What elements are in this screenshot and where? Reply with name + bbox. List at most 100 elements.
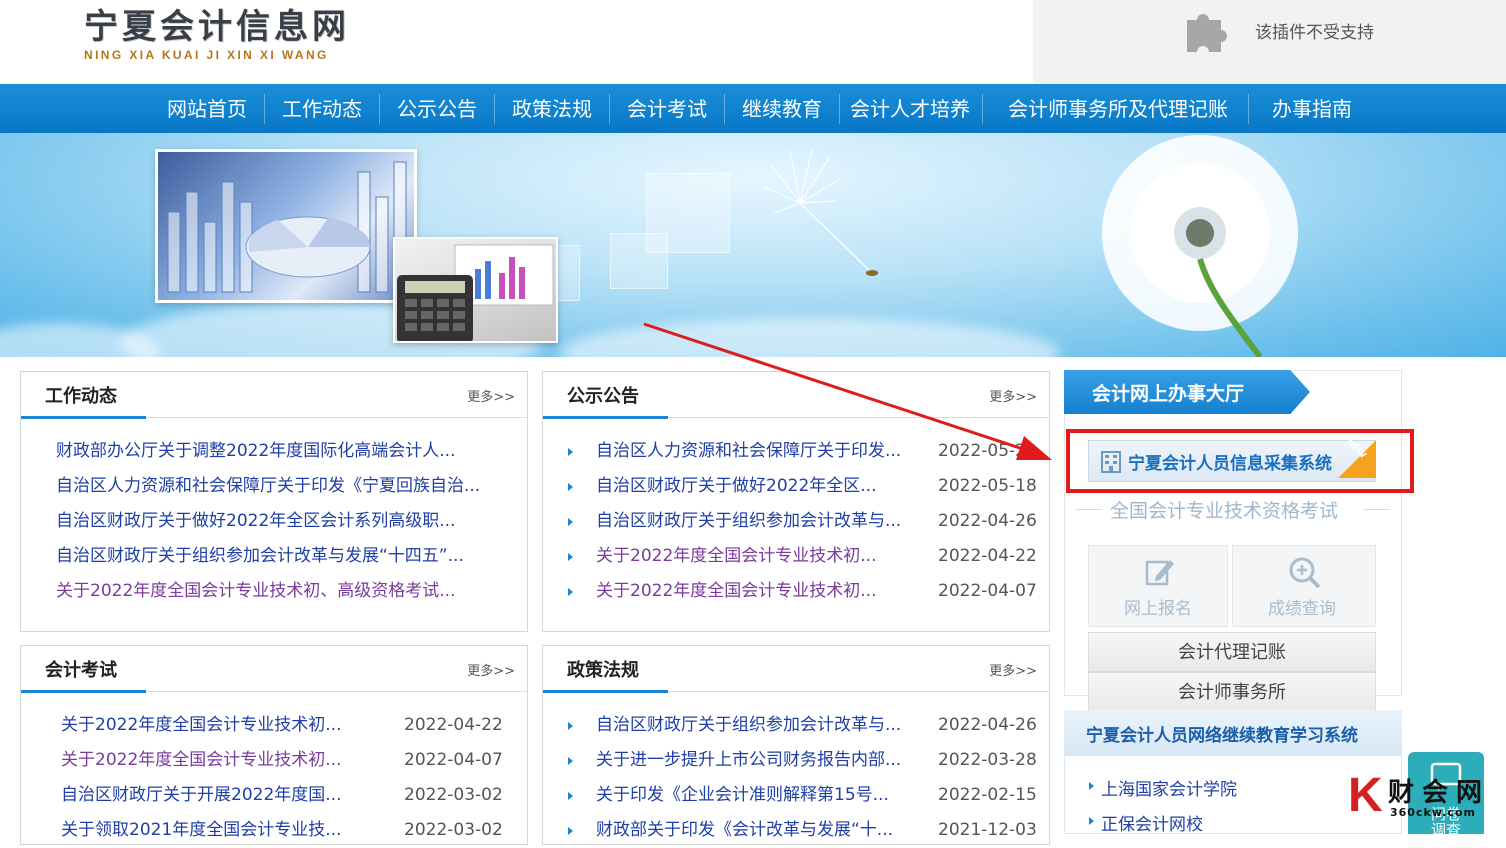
more-link[interactable]: 更多>> bbox=[467, 660, 515, 679]
panel-title: 工作动态 bbox=[45, 386, 117, 407]
nav-notices[interactable]: 公示公告 bbox=[397, 84, 477, 133]
online-register-label[interactable]: 网上报名 bbox=[1124, 594, 1192, 619]
item-date: 2022-04-26 bbox=[938, 715, 1037, 735]
exams-panel: 会计考试 更多>> 关于2022年度全国会计专业技术初... 2022-04-22… bbox=[20, 645, 528, 845]
list-item[interactable]: 关于2022年度全国会计专业技术初、高级资格考试... bbox=[21, 574, 527, 609]
item-title[interactable]: 关于2022年度全国会计专业技术初... bbox=[596, 539, 876, 574]
nav-work-news[interactable]: 工作动态 bbox=[282, 84, 362, 133]
nav-exams[interactable]: 会计考试 bbox=[627, 84, 707, 133]
item-title[interactable]: 关于2022年度全国会计专业技术初... bbox=[61, 708, 341, 743]
exam-list: 关于2022年度全国会计专业技术初... 2022-04-22 关于2022年度全… bbox=[21, 708, 527, 848]
score-query-label[interactable]: 成绩查询 bbox=[1268, 594, 1336, 619]
bullet-icon bbox=[568, 722, 573, 730]
list-item[interactable]: 自治区财政厅关于组织参加会计改革与发展“十四五”... bbox=[21, 539, 527, 574]
item-title[interactable]: 关于印发《企业会计准则解释第15号... bbox=[596, 778, 889, 813]
nav-home[interactable]: 网站首页 bbox=[167, 84, 247, 133]
nav-firms-bookkeeping[interactable]: 会计师事务所及代理记账 bbox=[1008, 84, 1228, 133]
list-item[interactable]: 财政部办公厅关于调整2022年度国际化高端会计人... bbox=[21, 434, 527, 469]
watermark-url: 360ckw.com bbox=[1390, 806, 1476, 819]
logo-pinyin: NING XIA KUAI JI XIN XI WANG bbox=[84, 48, 329, 62]
continuing-education-title[interactable]: 宁夏会计人员网络继续教育学习系统 bbox=[1086, 721, 1358, 746]
bullet-icon bbox=[568, 757, 573, 765]
list-item[interactable]: 关于2022年度全国会计专业技术初... 2022-04-22 bbox=[543, 539, 1049, 574]
panel-header: 工作动态 更多>> bbox=[21, 372, 527, 419]
bullet-icon bbox=[1089, 782, 1094, 790]
list-item[interactable]: 关于领取2021年度全国会计专业技... 2022-03-02 bbox=[21, 813, 527, 848]
nav-guide[interactable]: 办事指南 bbox=[1272, 84, 1352, 133]
item-title[interactable]: 自治区财政厅关于组织参加会计改革与... bbox=[596, 708, 901, 743]
item-title[interactable]: 自治区财政厅关于开展2022年度国... bbox=[61, 778, 341, 813]
main-nav: 网站首页 工作动态 公示公告 政策法规 会计考试 继续教育 会计人才培养 会计师… bbox=[0, 84, 1506, 133]
continuing-link-chinaacc[interactable]: 正保会计网校 bbox=[1101, 810, 1203, 835]
policy-list: 自治区财政厅关于组织参加会计改革与... 2022-04-26 关于进一步提升上市… bbox=[543, 708, 1049, 848]
item-title[interactable]: 自治区财政厅关于做好2022年全区... bbox=[596, 469, 876, 504]
item-date: 2022-04-22 bbox=[404, 715, 503, 735]
list-item[interactable]: 自治区财政厅关于做好2022年全区... 2022-05-18 bbox=[543, 469, 1049, 504]
unsupported-plugin-area: 该插件不受支持 bbox=[1033, 0, 1506, 84]
item-date: 2022-02-15 bbox=[938, 785, 1037, 805]
item-title[interactable]: 自治区财政厅关于做好2022年全区会计系列高级职... bbox=[56, 504, 455, 539]
bullet-icon bbox=[1089, 817, 1094, 825]
banner-chart-photo bbox=[155, 149, 417, 303]
site-logo[interactable]: 宁夏会计信息网 NING XIA KUAI JI XIN XI WANG bbox=[84, 6, 350, 62]
bullet-icon bbox=[568, 448, 573, 456]
nav-talent-training[interactable]: 会计人才培养 bbox=[850, 84, 970, 133]
list-item[interactable]: 自治区人力资源和社会保障厅关于印发《宁夏回族自治... bbox=[21, 469, 527, 504]
watermark-logo-letter: K bbox=[1348, 769, 1383, 822]
item-title[interactable]: 关于2022年度全国会计专业技术初、高级资格考试... bbox=[56, 574, 455, 609]
item-title[interactable]: 关于2022年度全国会计专业技术初... bbox=[61, 743, 341, 778]
list-item[interactable]: 自治区财政厅关于开展2022年度国... 2022-03-02 bbox=[21, 778, 527, 813]
item-date: 2022-04-07 bbox=[938, 581, 1037, 601]
nav-separator bbox=[379, 94, 380, 124]
item-title[interactable]: 自治区人力资源和社会保障厅关于印发《宁夏回族自治... bbox=[56, 469, 480, 504]
item-date: 2022-04-22 bbox=[938, 546, 1037, 566]
nav-separator bbox=[982, 94, 983, 124]
item-date: 2022-03-02 bbox=[404, 820, 503, 840]
nav-continuing-education[interactable]: 继续教育 bbox=[742, 84, 822, 133]
more-link[interactable]: 更多>> bbox=[989, 660, 1037, 679]
list-item[interactable]: 关于2022年度全国会计专业技术初... 2022-04-07 bbox=[21, 743, 527, 778]
panel-header: 会计考试 更多>> bbox=[21, 646, 527, 693]
work-news-panel: 工作动态 更多>> 财政部办公厅关于调整2022年度国际化高端会计人... 自治… bbox=[20, 371, 528, 632]
dandelion-flower-graphic bbox=[1102, 135, 1298, 357]
more-link[interactable]: 更多>> bbox=[467, 386, 515, 405]
watermark-name: 财会网 bbox=[1388, 778, 1491, 808]
item-title[interactable]: 关于领取2021年度全国会计专业技... bbox=[61, 813, 341, 848]
divider bbox=[1076, 509, 1102, 510]
nav-policies[interactable]: 政策法规 bbox=[512, 84, 592, 133]
list-item[interactable]: 关于2022年度全国会计专业技术初... 2022-04-22 bbox=[21, 708, 527, 743]
annotation-arrow-icon bbox=[643, 322, 1052, 460]
panel-title-underline bbox=[543, 690, 668, 693]
bullet-icon bbox=[568, 518, 573, 526]
list-item[interactable]: 自治区财政厅关于组织参加会计改革与... 2022-04-26 bbox=[543, 708, 1049, 743]
continuing-link-snai[interactable]: 上海国家会计学院 bbox=[1101, 775, 1237, 800]
item-title[interactable]: 关于2022年度全国会计专业技术初... bbox=[596, 574, 876, 609]
item-title[interactable]: 自治区财政厅关于组织参加会计改革与... bbox=[596, 504, 901, 539]
calculator-graphic bbox=[397, 244, 554, 341]
nav-separator bbox=[724, 94, 725, 124]
list-item[interactable]: 关于2022年度全国会计专业技术初... 2022-04-07 bbox=[543, 574, 1049, 609]
nav-separator bbox=[1248, 94, 1249, 124]
item-title[interactable]: 关于进一步提升上市公司财务报告内部... bbox=[596, 743, 901, 778]
accounting-firm-button[interactable]: 会计师事务所 bbox=[1088, 672, 1376, 712]
item-date: 2021-12-03 bbox=[938, 820, 1037, 840]
service-hall-title: 会计网上办事大厅 bbox=[1092, 383, 1245, 405]
panel-title-underline bbox=[21, 416, 146, 419]
list-item[interactable]: 自治区财政厅关于做好2022年全区会计系列高级职... bbox=[21, 504, 527, 539]
banner-glass-square bbox=[610, 233, 668, 289]
panel-title: 公示公告 bbox=[567, 386, 639, 407]
item-date: 2022-03-02 bbox=[404, 785, 503, 805]
list-item[interactable]: 关于进一步提升上市公司财务报告内部... 2022-03-28 bbox=[543, 743, 1049, 778]
item-date: 2022-05-18 bbox=[938, 476, 1037, 496]
list-item[interactable]: 关于印发《企业会计准则解释第15号... 2022-02-15 bbox=[543, 778, 1049, 813]
item-title[interactable]: 自治区财政厅关于组织参加会计改革与发展“十四五”... bbox=[56, 539, 464, 574]
list-item[interactable]: 自治区财政厅关于组织参加会计改革与... 2022-04-26 bbox=[543, 504, 1049, 539]
item-title[interactable]: 财政部办公厅关于调整2022年度国际化高端会计人... bbox=[56, 434, 455, 469]
panel-title: 会计考试 bbox=[45, 660, 117, 681]
item-title[interactable]: 财政部关于印发《会计改革与发展“十... bbox=[596, 813, 893, 848]
nav-separator bbox=[264, 94, 265, 124]
bookkeeping-agency-button[interactable]: 会计代理记账 bbox=[1088, 632, 1376, 672]
site-watermark: K 财会网 360ckw.com bbox=[1348, 770, 1506, 834]
list-item[interactable]: 财政部关于印发《会计改革与发展“十... 2021-12-03 bbox=[543, 813, 1049, 848]
site-header: 宁夏会计信息网 NING XIA KUAI JI XIN XI WANG 该插件… bbox=[0, 0, 1506, 84]
